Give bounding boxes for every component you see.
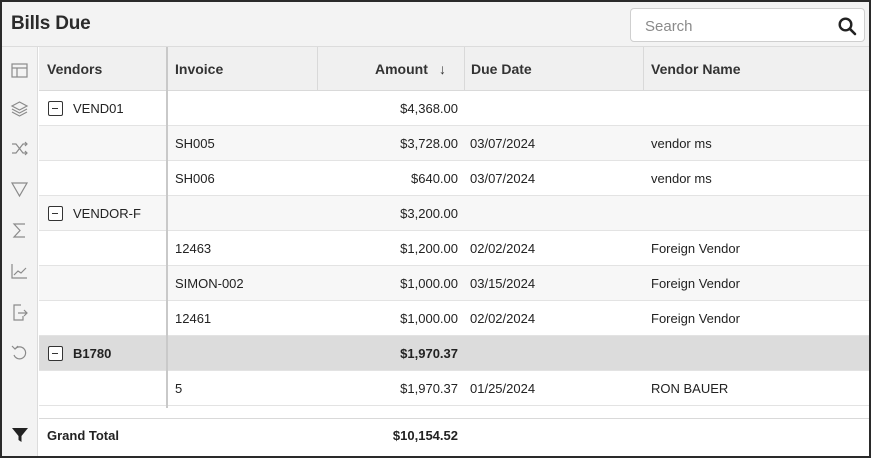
vendor-name-cell: Foreign Vendor (651, 276, 740, 291)
vendor-name-cell: vendor ms (651, 136, 712, 151)
vendor-group: VEND01 (73, 101, 124, 116)
vendor-group: B1780 (73, 346, 112, 361)
invoice-cell: 12463 (175, 241, 212, 256)
amount-cell: $3,728.00 (400, 136, 458, 151)
table-row[interactable]: 5 $1,970.37 01/25/2024 RON BAUER (39, 371, 869, 406)
search-input[interactable]: Search (645, 18, 693, 35)
sort-arrow-icon[interactable]: ↓ (439, 47, 446, 91)
undo-icon[interactable] (10, 343, 29, 362)
amount-cell: $3,200.00 (400, 206, 458, 221)
invoice-cell: 5 (175, 381, 183, 396)
amount-cell: $4,368.00 (400, 101, 458, 116)
title-bar: Bills Due Search (2, 2, 869, 47)
amount-cell: $1,970.37 (400, 381, 458, 396)
collapse-icon[interactable] (48, 101, 63, 116)
shuffle-icon[interactable] (10, 139, 29, 158)
filter-solid-icon[interactable] (10, 425, 30, 445)
column-header-vendor-name[interactable]: Vendor Name (651, 47, 740, 91)
collapse-icon[interactable] (48, 346, 63, 361)
group-row[interactable]: VEND01 $4,368.00 (39, 91, 869, 126)
vendor-name-cell: RON BAUER (651, 381, 729, 396)
column-header-invoice[interactable]: Invoice (175, 47, 223, 91)
table-row[interactable]: 12463 $1,200.00 02/02/2024 Foreign Vendo… (39, 231, 869, 266)
amount-cell: $640.00 (411, 171, 458, 186)
due-date-cell: 02/02/2024 (470, 241, 536, 256)
invoice-cell: SH005 (175, 136, 215, 151)
vendor-name-cell: Foreign Vendor (651, 241, 740, 256)
column-header-vendors[interactable]: Vendors (47, 47, 102, 91)
due-date-cell: 02/02/2024 (470, 311, 536, 326)
amount-cell: $1,970.37 (400, 346, 458, 361)
due-date-cell: 03/07/2024 (470, 171, 536, 186)
page-title: Bills Due (11, 13, 91, 34)
table-row[interactable]: SH006 $640.00 03/07/2024 vendor ms (39, 161, 869, 196)
column-divider (166, 91, 168, 408)
due-date-cell: 03/15/2024 (470, 276, 536, 291)
layers-icon[interactable] (10, 99, 29, 118)
grand-total-amount: $10,154.52 (392, 428, 458, 443)
table-row[interactable]: 12461 $1,000.00 02/02/2024 Foreign Vendo… (39, 301, 869, 336)
due-date-cell: 03/07/2024 (470, 136, 536, 151)
grid-header: Vendors Invoice Amount ↓ Due Date Vendor… (39, 47, 869, 91)
export-icon[interactable] (10, 303, 29, 322)
sidebar-toolbar (2, 47, 38, 456)
column-header-amount[interactable]: Amount (375, 47, 428, 91)
column-header-due-date[interactable]: Due Date (471, 47, 532, 91)
search-box[interactable]: Search (630, 8, 865, 42)
amount-cell: $1,000.00 (400, 276, 458, 291)
sigma-icon[interactable] (10, 221, 29, 240)
group-row-selected[interactable]: B1780 $1,970.37 (39, 336, 869, 371)
bills-due-panel: Bills Due Search Vendors Invoice Amount … (0, 0, 871, 458)
bills-grid: Vendors Invoice Amount ↓ Due Date Vendor… (39, 47, 869, 456)
grand-total-label: Grand Total (47, 428, 119, 443)
search-icon[interactable] (837, 16, 857, 36)
invoice-cell: SIMON-002 (175, 276, 244, 291)
table-row[interactable]: SH005 $3,728.00 03/07/2024 vendor ms (39, 126, 869, 161)
due-date-cell: 01/25/2024 (470, 381, 536, 396)
group-row[interactable]: VENDOR-F $3,200.00 (39, 196, 869, 231)
amount-cell: $1,000.00 (400, 311, 458, 326)
amount-cell: $1,200.00 (400, 241, 458, 256)
vendor-group: VENDOR-F (73, 206, 141, 221)
table-icon[interactable] (10, 61, 29, 80)
funnel-icon[interactable] (10, 180, 29, 199)
collapse-icon[interactable] (48, 206, 63, 221)
invoice-cell: 12461 (175, 311, 212, 326)
table-row[interactable]: SIMON-002 $1,000.00 03/15/2024 Foreign V… (39, 266, 869, 301)
vendor-name-cell: Foreign Vendor (651, 311, 740, 326)
invoice-cell: SH006 (175, 171, 215, 186)
line-chart-icon[interactable] (10, 262, 29, 281)
vendor-name-cell: vendor ms (651, 171, 712, 186)
grand-total-row: Grand Total $10,154.52 (39, 418, 869, 452)
